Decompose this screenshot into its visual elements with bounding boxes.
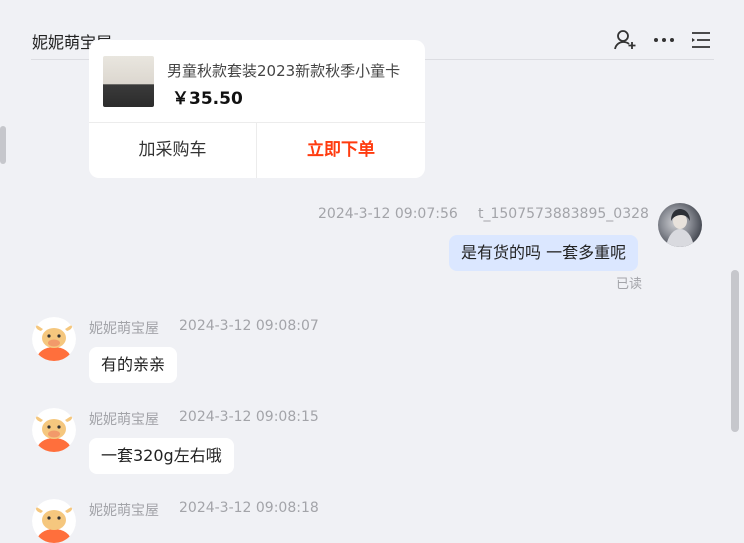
- message-time: 2024-3-12 09:08:15: [179, 409, 319, 425]
- message-sender: 妮妮萌宝屋: [89, 321, 159, 337]
- more-icon[interactable]: [652, 28, 676, 52]
- message-bubble[interactable]: 一套320g左右哦: [89, 438, 234, 474]
- user-avatar[interactable]: [658, 203, 702, 247]
- menu-list-icon[interactable]: [689, 28, 713, 52]
- shop-avatar-bull-icon: [32, 317, 76, 361]
- message-time: 2024-3-12 09:08:18: [179, 500, 319, 516]
- user-avatar-image: [666, 209, 694, 247]
- product-thumbnail[interactable]: [103, 56, 154, 107]
- chat-scrollbar[interactable]: [731, 270, 739, 432]
- left-scrollbar[interactable]: [0, 126, 6, 164]
- read-status: 已读: [616, 277, 643, 292]
- shop-avatar-bull-icon: [32, 408, 76, 452]
- shop-avatar[interactable]: [32, 317, 76, 361]
- message-sender: 妮妮萌宝屋: [89, 503, 159, 519]
- message-time: 2024-3-12 09:08:07: [179, 318, 319, 334]
- order-now-button[interactable]: 立即下单: [257, 123, 425, 178]
- add-contact-icon[interactable]: [613, 28, 637, 52]
- shop-avatar-bull-icon: [32, 499, 76, 543]
- message-sender: 妮妮萌宝屋: [89, 412, 159, 428]
- message-sender: t_1507573883895_0328: [478, 206, 649, 222]
- shop-avatar[interactable]: [32, 499, 76, 543]
- shop-avatar[interactable]: [32, 408, 76, 452]
- product-card: 男童秋款套装2023新款秋季小童卡 ￥35.50 加采购车 立即下单: [89, 40, 425, 178]
- message-bubble[interactable]: 有的亲亲: [89, 347, 178, 383]
- product-price: ￥35.50: [172, 89, 243, 109]
- message-bubble[interactable]: 是有货的吗 一套多重呢: [449, 235, 639, 271]
- product-title[interactable]: 男童秋款套装2023新款秋季小童卡: [167, 60, 417, 81]
- message-time: 2024-3-12 09:07:56: [318, 206, 458, 222]
- add-to-cart-button[interactable]: 加采购车: [89, 123, 256, 178]
